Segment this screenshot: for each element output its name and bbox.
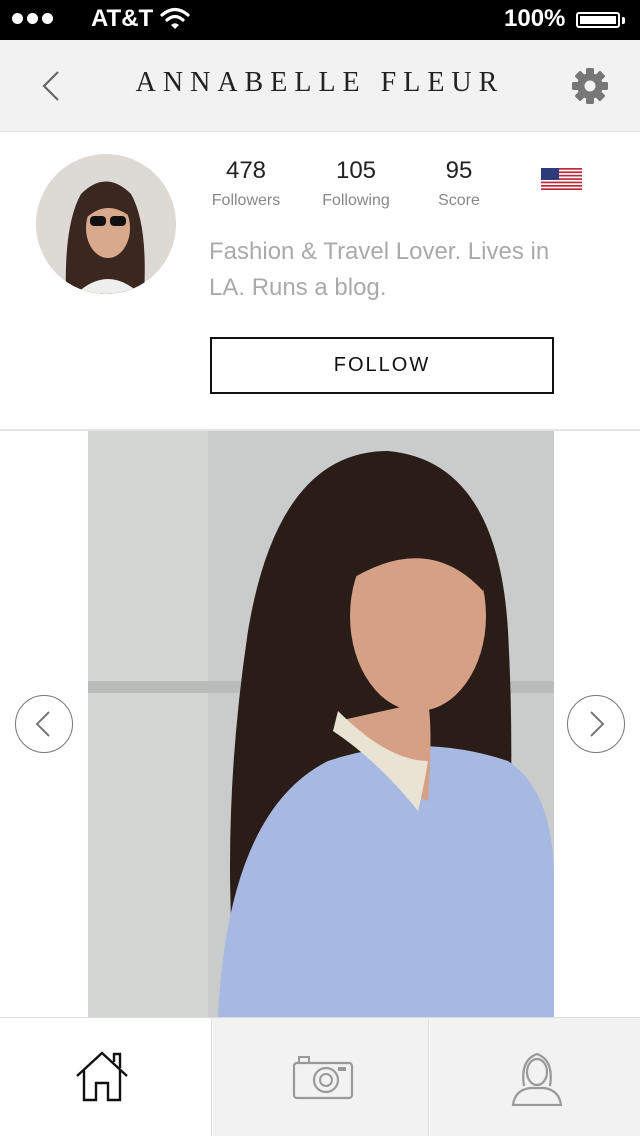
chevron-left-icon	[35, 711, 50, 737]
carrier-name: AT&T	[91, 5, 154, 32]
previous-photo-button[interactable]	[15, 695, 73, 753]
follow-button[interactable]: FOLLOW	[210, 337, 554, 394]
profile-header: 478 Followers 105 Following 95 Score Fas…	[0, 132, 640, 431]
followers-label: Followers	[211, 192, 281, 209]
person-icon	[511, 1052, 563, 1106]
following-count: 105	[335, 157, 377, 184]
status-bar: AT&T 100%	[0, 0, 640, 40]
next-photo-button[interactable]	[567, 695, 625, 753]
followers-count: 478	[225, 157, 267, 184]
score-label: Score	[438, 192, 480, 209]
avatar[interactable]	[36, 154, 176, 294]
camera-icon	[292, 1056, 354, 1100]
nav-bar: ANNABELLE FLEUR	[0, 40, 640, 132]
followers-stat[interactable]: 478 Followers	[196, 156, 296, 210]
avatar-image	[36, 154, 176, 294]
profile-bio: Fashion & Travel Lover. Lives in LA. Run…	[209, 238, 550, 301]
page-title: ANNABELLE FLEUR	[135, 67, 505, 98]
us-flag-icon	[541, 168, 582, 190]
score-count: 95	[445, 157, 473, 184]
chevron-right-icon	[590, 711, 605, 737]
tab-bar	[0, 1017, 640, 1136]
tab-home[interactable]	[0, 1018, 212, 1136]
feed-photo[interactable]	[88, 431, 554, 1017]
score-stat: 95 Score	[409, 156, 509, 210]
signal-strength-icon	[12, 13, 53, 24]
post-image	[88, 431, 554, 1017]
home-icon	[76, 1051, 128, 1102]
gear-icon[interactable]	[566, 62, 614, 110]
tab-profile[interactable]	[430, 1018, 640, 1136]
battery-percent: 100%	[504, 5, 566, 32]
tab-camera[interactable]	[213, 1018, 429, 1136]
battery-icon	[576, 12, 620, 28]
following-label: Following	[322, 192, 390, 209]
wifi-icon	[160, 7, 190, 29]
following-stat[interactable]: 105 Following	[306, 156, 406, 210]
